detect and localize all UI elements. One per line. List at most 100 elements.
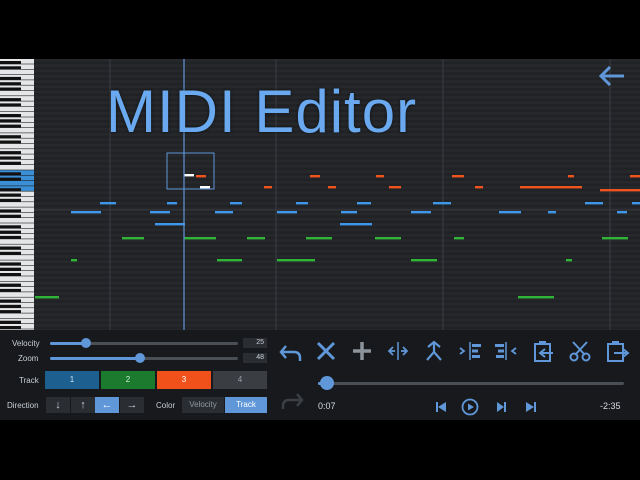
midi-note xyxy=(341,211,357,214)
midi-note xyxy=(452,175,464,178)
white-key xyxy=(0,106,34,112)
clipboard-paste-icon[interactable] xyxy=(531,340,557,362)
track-button-4[interactable]: 4 xyxy=(213,371,267,389)
black-key xyxy=(0,310,21,314)
row-stripe xyxy=(34,260,640,263)
velocity-label: Velocity xyxy=(12,339,40,348)
midi-note xyxy=(328,186,336,189)
midi-note xyxy=(475,186,483,189)
row-stripe xyxy=(34,271,640,274)
white-key xyxy=(0,90,34,96)
clipboard-copy-icon[interactable] xyxy=(605,340,631,362)
scissors-icon[interactable] xyxy=(567,340,593,362)
row-stripe xyxy=(34,202,640,205)
row-stripe xyxy=(34,64,640,67)
midi-note xyxy=(310,175,320,178)
redo-icon[interactable] xyxy=(279,390,305,412)
playback-progress-bar[interactable] xyxy=(318,382,624,385)
align-left-icon[interactable] xyxy=(457,340,483,362)
zoom-slider-handle[interactable] xyxy=(135,353,145,363)
midi-note xyxy=(71,259,77,262)
row-stripe xyxy=(34,286,640,290)
white-key xyxy=(0,255,34,260)
track-button-1[interactable]: 1 xyxy=(45,371,99,389)
white-key xyxy=(0,69,34,75)
row-stripe xyxy=(34,180,640,184)
midi-note xyxy=(499,211,521,214)
black-key xyxy=(0,140,21,144)
midi-note xyxy=(411,211,431,214)
white-key xyxy=(0,218,34,223)
velocity-slider-handle[interactable] xyxy=(81,338,91,348)
midi-note xyxy=(454,237,464,240)
align-right-icon[interactable] xyxy=(493,340,519,362)
row-stripe xyxy=(34,239,640,242)
remaining-time: -2:35 xyxy=(600,401,621,411)
black-key xyxy=(0,98,21,102)
black-key xyxy=(0,299,21,303)
black-key xyxy=(0,267,21,271)
black-key xyxy=(0,225,21,229)
direction-down-button[interactable]: ↓ xyxy=(46,397,70,413)
white-key xyxy=(0,239,34,244)
play-icon[interactable] xyxy=(461,398,479,416)
color-track-button[interactable]: Track xyxy=(225,397,267,413)
row-stripe xyxy=(34,292,640,295)
x-icon[interactable] xyxy=(313,340,339,362)
black-key xyxy=(0,214,21,218)
midi-note xyxy=(217,259,242,262)
row-stripe xyxy=(34,165,640,168)
row-stripe xyxy=(34,244,640,248)
direction-label: Direction xyxy=(7,401,39,410)
black-key xyxy=(0,61,21,64)
midi-note xyxy=(277,211,297,214)
direction-right-button[interactable]: → xyxy=(120,397,144,413)
skip-back-icon[interactable] xyxy=(432,398,450,416)
row-stripe xyxy=(34,249,640,253)
row-stripe xyxy=(34,170,640,173)
skip-forward-icon[interactable] xyxy=(522,398,540,416)
plus-icon[interactable] xyxy=(349,340,375,362)
white-key xyxy=(0,143,34,149)
midi-note xyxy=(100,202,116,205)
black-key xyxy=(0,193,21,197)
color-velocity-button[interactable]: Velocity xyxy=(182,397,224,413)
piano-keyboard[interactable] xyxy=(0,59,34,330)
merge-icon[interactable] xyxy=(421,340,447,362)
zoom-slider-fill xyxy=(50,357,140,360)
row-stripe xyxy=(34,149,640,152)
midi-note xyxy=(230,202,242,205)
back-arrow-icon[interactable] xyxy=(596,63,628,89)
expand-horizontal-icon[interactable] xyxy=(385,340,411,362)
row-stripe xyxy=(34,281,640,285)
direction-left-button[interactable]: ← xyxy=(95,397,119,413)
black-key xyxy=(0,304,21,308)
color-label: Color xyxy=(156,401,176,410)
row-stripe xyxy=(34,276,640,279)
black-key xyxy=(0,87,21,91)
black-key xyxy=(0,103,21,107)
row-stripe xyxy=(34,255,640,258)
black-key xyxy=(0,198,21,202)
direction-up-button[interactable]: ↑ xyxy=(71,397,95,413)
track-button-2[interactable]: 2 xyxy=(101,371,155,389)
black-key xyxy=(0,262,21,266)
midi-note xyxy=(277,259,315,262)
playback-progress-handle[interactable] xyxy=(320,376,334,390)
black-key xyxy=(0,288,21,292)
midi-note xyxy=(264,186,272,189)
selected-note xyxy=(184,174,194,177)
midi-note xyxy=(376,175,384,178)
midi-note xyxy=(518,296,554,299)
zoom-value: 48 xyxy=(243,353,267,363)
row-stripe xyxy=(34,228,640,232)
piano-roll[interactable]: MIDI Editor xyxy=(34,59,640,330)
row-stripe xyxy=(34,191,640,195)
black-key xyxy=(0,161,21,165)
black-key xyxy=(0,135,21,139)
undo-icon[interactable] xyxy=(278,342,304,364)
midi-note xyxy=(600,189,640,192)
step-forward-icon[interactable] xyxy=(492,398,510,416)
track-button-3[interactable]: 3 xyxy=(157,371,211,389)
midi-note xyxy=(306,237,332,240)
